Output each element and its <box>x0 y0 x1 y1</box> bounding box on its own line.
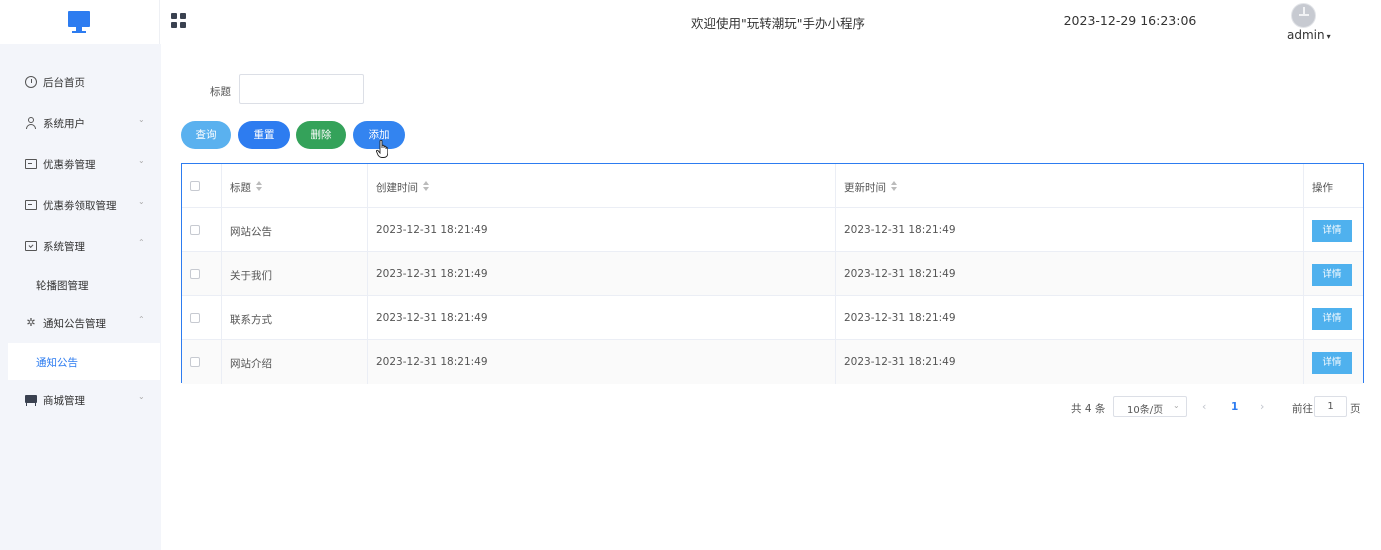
search-label: 标题 <box>210 86 231 98</box>
shop-icon <box>25 395 37 406</box>
chevron-down-icon: ⌄ <box>138 392 145 401</box>
detail-button[interactable]: 详情 <box>1312 308 1352 330</box>
sidebar-item-notice-admin[interactable]: ✲ 通知公告管理 ⌃ <box>0 304 161 342</box>
user-menu[interactable]: admin ▾ <box>1287 28 1331 42</box>
table-row: 关于我们 2023-12-31 18:21:49 2023-12-31 18:2… <box>182 252 1363 296</box>
title-search-input[interactable] <box>239 74 364 104</box>
top-bar: 欢迎使用"玩转潮玩"手办小程序 2023-12-29 16:23:06 admi… <box>0 0 1381 44</box>
grid-menu-icon[interactable] <box>171 13 187 29</box>
prev-page-icon[interactable]: ‹ <box>1202 400 1206 413</box>
column-header-created: 创建时间 <box>376 182 418 194</box>
chevron-up-icon: ⌃ <box>138 315 145 324</box>
table-row: 网站介绍 2023-12-31 18:21:49 2023-12-31 18:2… <box>182 340 1363 384</box>
row-updated: 2023-12-31 18:21:49 <box>844 268 956 280</box>
row-checkbox[interactable] <box>190 357 200 367</box>
row-title: 关于我们 <box>230 270 272 282</box>
loading-icon: ✲ <box>26 316 36 329</box>
sidebar-item-system-users[interactable]: 系统用户 ⌄ <box>0 104 161 142</box>
row-updated: 2023-12-31 18:21:49 <box>844 312 956 324</box>
row-created: 2023-12-31 18:21:49 <box>376 224 488 236</box>
goto-page-input[interactable] <box>1314 396 1347 417</box>
avatar[interactable] <box>1291 3 1316 28</box>
logo <box>0 0 160 44</box>
sort-icon[interactable] <box>891 181 898 192</box>
row-updated: 2023-12-31 18:21:49 <box>844 224 956 236</box>
row-checkbox[interactable] <box>190 313 200 323</box>
select-all-checkbox[interactable] <box>190 181 200 191</box>
row-title: 联系方式 <box>230 314 272 326</box>
username: admin <box>1287 28 1325 42</box>
sidebar-subitem-label: 通知公告 <box>36 357 78 369</box>
caret-down-icon: ▾ <box>1326 32 1331 41</box>
sort-icon[interactable] <box>423 181 430 192</box>
column-header-title: 标题 <box>230 182 251 194</box>
sort-icon[interactable] <box>256 181 263 192</box>
chevron-down-icon: ⌄ <box>138 115 145 124</box>
sidebar-item-coupons[interactable]: 优惠劵管理 ⌄ <box>0 145 161 183</box>
sidebar-item-label: 优惠劵领取管理 <box>43 200 117 212</box>
goto-label: 前往 <box>1292 403 1313 415</box>
sidebar: 后台首页 系统用户 ⌄ 优惠劵管理 ⌄ 优惠劵领取管理 ⌄ 系统管理 ⌃ 轮播图… <box>0 44 161 550</box>
monitor-icon <box>68 11 90 27</box>
row-created: 2023-12-31 18:21:49 <box>376 356 488 368</box>
detail-button[interactable]: 详情 <box>1312 264 1352 286</box>
next-page-icon[interactable]: › <box>1260 400 1264 413</box>
chevron-down-icon: ⌄ <box>138 197 145 206</box>
folder-icon <box>25 241 37 251</box>
row-updated: 2023-12-31 18:21:49 <box>844 356 956 368</box>
sidebar-item-label: 优惠劵管理 <box>43 159 96 171</box>
sidebar-item-label: 商城管理 <box>43 395 85 407</box>
current-datetime: 2023-12-29 16:23:06 <box>1063 13 1197 28</box>
sidebar-item-label: 通知公告管理 <box>43 318 106 330</box>
card-icon <box>25 159 37 169</box>
page-size-select[interactable]: 10条/页 ⌄ <box>1113 396 1187 417</box>
delete-button[interactable]: 删除 <box>296 121 346 149</box>
detail-button[interactable]: 详情 <box>1312 352 1352 374</box>
chevron-up-icon: ⌃ <box>138 238 145 247</box>
row-created: 2023-12-31 18:21:49 <box>376 312 488 324</box>
current-page-number[interactable]: 1 <box>1231 401 1238 413</box>
chevron-down-icon: ⌄ <box>138 156 145 165</box>
detail-button[interactable]: 详情 <box>1312 220 1352 242</box>
add-button[interactable]: 添加 <box>353 121 405 149</box>
sidebar-subitem-notice[interactable]: 通知公告 <box>8 343 160 380</box>
sidebar-item-label: 后台首页 <box>43 77 85 89</box>
card-icon <box>25 200 37 210</box>
sidebar-item-label: 系统管理 <box>43 241 85 253</box>
welcome-text: 欢迎使用"玩转潮玩"手办小程序 <box>691 16 865 31</box>
reset-button[interactable]: 重置 <box>238 121 290 149</box>
sidebar-item-home[interactable]: 后台首页 <box>0 63 161 101</box>
chevron-down-icon: ⌄ <box>1173 401 1180 410</box>
clock-icon <box>25 76 37 88</box>
sidebar-subitem-label: 轮播图管理 <box>36 280 89 292</box>
column-header-actions: 操作 <box>1312 182 1333 194</box>
table-header: 标题 创建时间 更新时间 操作 <box>182 164 1363 208</box>
row-checkbox[interactable] <box>190 269 200 279</box>
table-row: 网站公告 2023-12-31 18:21:49 2023-12-31 18:2… <box>182 208 1363 252</box>
sidebar-item-label: 系统用户 <box>43 118 85 130</box>
row-created: 2023-12-31 18:21:49 <box>376 268 488 280</box>
page-size-value: 10条/页 <box>1127 405 1164 416</box>
user-icon <box>25 117 37 129</box>
table-row: 联系方式 2023-12-31 18:21:49 2023-12-31 18:2… <box>182 296 1363 340</box>
notice-table: 标题 创建时间 更新时间 操作 网站公告 2023-12-31 18:21:49… <box>181 163 1364 384</box>
sidebar-item-coupon-claims[interactable]: 优惠劵领取管理 ⌄ <box>0 186 161 224</box>
row-checkbox[interactable] <box>190 225 200 235</box>
row-title: 网站介绍 <box>230 358 272 370</box>
query-button[interactable]: 查询 <box>181 121 231 149</box>
goto-suffix: 页 <box>1350 403 1361 415</box>
pagination-total: 共 4 条 <box>1071 403 1106 415</box>
row-title: 网站公告 <box>230 226 272 238</box>
sidebar-subitem-carousel[interactable]: 轮播图管理 <box>8 266 160 303</box>
column-header-updated: 更新时间 <box>844 182 886 194</box>
sidebar-item-shop[interactable]: 商城管理 ⌄ <box>0 381 161 419</box>
sidebar-item-system-admin[interactable]: 系统管理 ⌃ <box>0 227 161 265</box>
